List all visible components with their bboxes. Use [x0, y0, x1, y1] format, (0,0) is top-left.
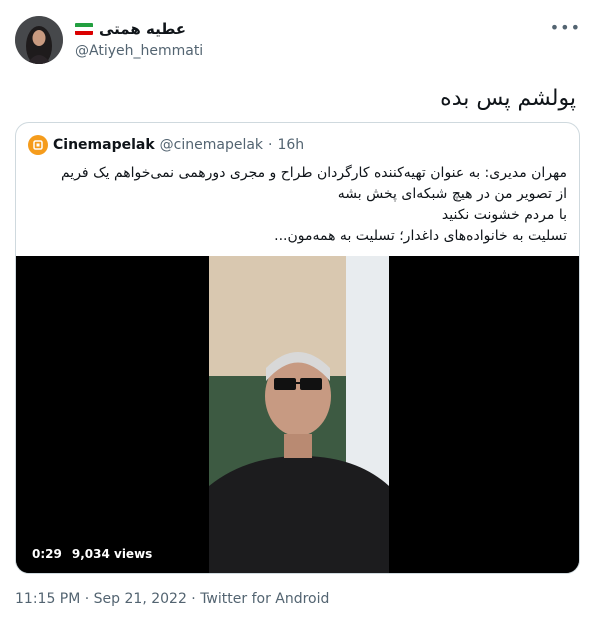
- quoted-tweet[interactable]: Cinemapelak @cinemapelak · 16h مهران مدی…: [15, 122, 580, 574]
- quoted-author-handle[interactable]: @cinemapelak: [160, 137, 263, 153]
- quoted-text-line: تسلیت به خانواده‌های داغدار؛ تسلیت به هم…: [274, 228, 567, 244]
- video-views: 9,034 views: [71, 547, 153, 561]
- video-frame: [16, 256, 579, 573]
- cinemapelak-logo-icon: [28, 135, 48, 155]
- quoted-text: مهران مدیری: به عنوان تهیه‌کننده کارگردا…: [27, 163, 567, 247]
- quoted-author-name[interactable]: Cinemapelak: [53, 137, 155, 153]
- author-avatar[interactable]: [15, 16, 63, 64]
- quoted-time[interactable]: 16h: [277, 137, 304, 153]
- iran-flag-icon: [75, 23, 93, 35]
- tweet-text: پولشم پس بده: [440, 86, 576, 111]
- quoted-text-line: از تصویر من در هیچ شبکه‌ای پخش بشه: [337, 186, 567, 202]
- tweet-timestamp[interactable]: 11:15 PM · Sep 21, 2022 · Twitter for An…: [15, 591, 329, 607]
- meta-separator: ·: [268, 137, 273, 153]
- author-handle[interactable]: @Atiyeh_hemmati: [75, 43, 203, 59]
- video-duration: 0:29: [32, 547, 62, 561]
- quoted-text-line: مهران مدیری: به عنوان تهیه‌کننده کارگردا…: [60, 165, 567, 181]
- author-display-name[interactable]: عطیه همتی: [99, 20, 186, 38]
- quoted-text-line: با مردم خشونت نکنید: [441, 207, 567, 223]
- video-player[interactable]: 0:29 9,034 views: [16, 256, 579, 573]
- more-icon[interactable]: •••: [550, 18, 581, 37]
